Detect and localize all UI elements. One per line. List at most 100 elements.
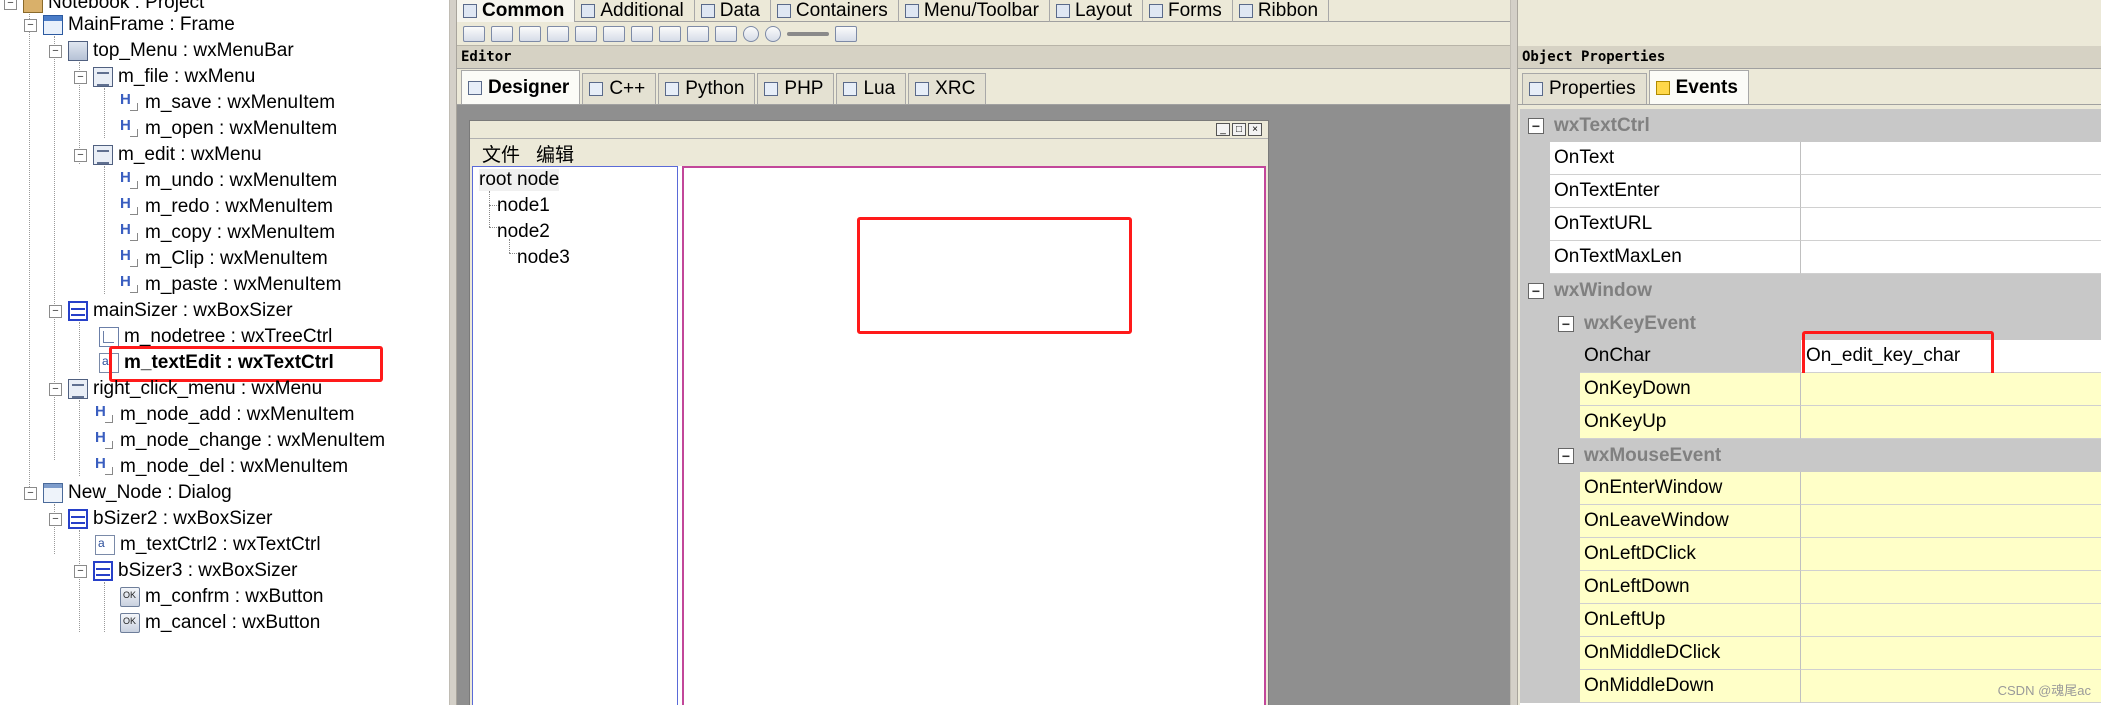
event-row-onkeyup[interactable]: OnKeyUp <box>1520 406 2101 439</box>
tree-item-m-node-del[interactable]: m_node_del : wxMenuItem <box>95 454 348 480</box>
palette-tab-ribbon[interactable]: Ribbon <box>1233 0 1330 22</box>
event-row-onkeydown[interactable]: OnKeyDown <box>1520 373 2101 406</box>
collapse-icon[interactable]: − <box>74 148 87 162</box>
tab-python[interactable]: Python <box>658 73 756 104</box>
checkbox-tool-icon[interactable] <box>715 25 737 42</box>
collapse-icon[interactable]: − <box>49 382 62 396</box>
combobox-tool-icon[interactable] <box>603 25 625 42</box>
palette-tab-menu-toolbar[interactable]: Menu/Toolbar <box>899 0 1050 22</box>
event-handler-field[interactable] <box>1801 571 2101 604</box>
tree-item-m-copy[interactable]: m_copy : wxMenuItem <box>120 220 335 246</box>
palette-tab-additional[interactable]: Additional <box>575 0 695 22</box>
tree-item-m-save[interactable]: m_save : wxMenuItem <box>120 90 335 116</box>
event-handler-field[interactable] <box>1801 505 2101 538</box>
left-splitter[interactable] <box>449 0 457 705</box>
close-icon[interactable]: × <box>1248 123 1262 136</box>
event-row-onenterwindow[interactable]: OnEnterWindow <box>1520 472 2101 505</box>
category-wxwindow[interactable]: − wxWindow <box>1520 274 2101 307</box>
event-row-onleftdclick[interactable]: OnLeftDClick <box>1520 538 2101 571</box>
choice-tool-icon[interactable] <box>631 25 653 42</box>
event-handler-field[interactable] <box>1801 208 2101 241</box>
palette-tab-data[interactable]: Data <box>695 0 771 22</box>
tree-item-mainframe[interactable]: − MainFrame : Frame <box>24 12 235 38</box>
palette-tab-forms[interactable]: Forms <box>1143 0 1233 22</box>
category-wxtextctrl[interactable]: − wxTextCtrl <box>1520 109 2101 142</box>
tree-item-right-click-menu[interactable]: − right_click_menu : wxMenu <box>49 376 322 402</box>
tree-item-m-file[interactable]: − m_file : wxMenu <box>74 64 255 90</box>
tab-properties[interactable]: Properties <box>1522 73 1647 104</box>
static-text-tool-icon[interactable] <box>519 25 541 42</box>
collapse-icon[interactable]: − <box>1558 447 1574 464</box>
tree-item-m-textctrl2[interactable]: m_textCtrl2 : wxTextCtrl <box>95 532 321 558</box>
tree-node-2[interactable]: node2 <box>497 221 550 243</box>
collapse-icon[interactable]: − <box>74 564 87 578</box>
tree-node-root[interactable]: root node <box>479 169 560 191</box>
menu-edit[interactable]: 编辑 <box>536 140 574 167</box>
tree-item-m-cancel[interactable]: m_cancel : wxButton <box>120 610 320 636</box>
tab-php[interactable]: PHP <box>757 73 835 104</box>
event-handler-field[interactable] <box>1801 604 2101 637</box>
collapse-icon[interactable]: − <box>49 304 62 318</box>
designer-canvas[interactable]: _ □ × 文件 编辑 root node node1 node2 node3 <box>457 105 1510 705</box>
collapse-icon[interactable]: − <box>4 0 17 10</box>
static-bitmap-tool-icon[interactable] <box>575 25 597 42</box>
slider-tool-icon[interactable] <box>787 31 829 36</box>
palette-tab-containers[interactable]: Containers <box>771 0 899 22</box>
event-row-onleftdown[interactable]: OnLeftDown <box>1520 571 2101 604</box>
collapse-icon[interactable]: − <box>49 44 62 58</box>
tree-item-m-clip[interactable]: m_Clip : wxMenuItem <box>120 246 328 272</box>
listctrl-tool-icon[interactable] <box>687 25 709 42</box>
designed-frame-preview[interactable]: _ □ × 文件 编辑 root node node1 node2 node3 <box>469 120 1269 705</box>
event-handler-field[interactable] <box>1801 472 2101 505</box>
tree-item-new-node[interactable]: − New_Node : Dialog <box>24 480 232 506</box>
right-splitter[interactable] <box>1510 0 1518 705</box>
tab-cpp[interactable]: C++ <box>582 73 657 104</box>
event-handler-field[interactable] <box>1801 373 2101 406</box>
maximize-icon[interactable]: □ <box>1232 123 1246 136</box>
collapse-icon[interactable]: − <box>24 486 37 500</box>
listbox-tool-icon[interactable] <box>659 25 681 42</box>
event-row-ontexturl[interactable]: OnTextURL <box>1520 208 2101 241</box>
collapse-icon[interactable]: − <box>24 18 37 32</box>
tree-item-m-open[interactable]: m_open : wxMenuItem <box>120 116 337 142</box>
event-row-onleftup[interactable]: OnLeftUp <box>1520 604 2101 637</box>
event-row-ontextmaxlen[interactable]: OnTextMaxLen <box>1520 241 2101 274</box>
event-row-ontextenter[interactable]: OnTextEnter <box>1520 175 2101 208</box>
tree-item-m-edit[interactable]: − m_edit : wxMenu <box>74 142 262 168</box>
palette-tab-layout[interactable]: Layout <box>1050 0 1143 22</box>
tree-node-1[interactable]: node1 <box>497 195 550 217</box>
gauge-tool-icon[interactable] <box>835 25 857 42</box>
tree-item-m-confrm[interactable]: m_confrm : wxButton <box>120 584 323 610</box>
tree-item-m-node-change[interactable]: m_node_change : wxMenuItem <box>95 428 385 454</box>
minimize-icon[interactable]: _ <box>1216 123 1230 136</box>
bitmap-button-tool-icon[interactable] <box>491 25 513 42</box>
event-handler-field[interactable] <box>1801 637 2101 670</box>
event-row-ontext[interactable]: OnText <box>1520 142 2101 175</box>
radio-button-tool-icon[interactable] <box>743 25 759 42</box>
tree-item-top-menu[interactable]: − top_Menu : wxMenuBar <box>49 38 294 64</box>
event-row-onleavewindow[interactable]: OnLeaveWindow <box>1520 505 2101 538</box>
tree-item-m-redo[interactable]: m_redo : wxMenuItem <box>120 194 333 220</box>
tree-item-mainsizer[interactable]: − mainSizer : wxBoxSizer <box>49 298 293 324</box>
tab-designer[interactable]: Designer <box>461 70 581 104</box>
event-handler-field[interactable] <box>1801 241 2101 274</box>
tab-lua[interactable]: Lua <box>836 73 907 104</box>
radio-box-tool-icon[interactable] <box>765 25 781 42</box>
event-handler-field[interactable] <box>1801 406 2101 439</box>
tree-item-m-node-add[interactable]: m_node_add : wxMenuItem <box>95 402 354 428</box>
tree-item-bsizer2[interactable]: − bSizer2 : wxBoxSizer <box>49 506 273 532</box>
collapse-icon[interactable]: − <box>1528 117 1544 134</box>
textctrl-tool-icon[interactable] <box>547 25 569 42</box>
category-wxmouseevent[interactable]: − wxMouseEvent <box>1520 439 2101 472</box>
button-tool-icon[interactable] <box>463 25 485 42</box>
collapse-icon[interactable]: − <box>74 70 87 84</box>
menu-file[interactable]: 文件 <box>482 140 520 167</box>
event-row-onmiddledclick[interactable]: OnMiddleDClick <box>1520 637 2101 670</box>
tree-item-m-undo[interactable]: m_undo : wxMenuItem <box>120 168 337 194</box>
palette-tab-common[interactable]: Common <box>457 0 576 22</box>
collapse-icon[interactable]: − <box>1528 282 1544 299</box>
event-handler-field[interactable] <box>1801 175 2101 208</box>
tree-item-bsizer3[interactable]: − bSizer3 : wxBoxSizer <box>74 558 298 584</box>
tab-events[interactable]: Events <box>1648 70 1749 104</box>
nodetree-preview[interactable]: root node node1 node2 node3 <box>472 166 678 705</box>
